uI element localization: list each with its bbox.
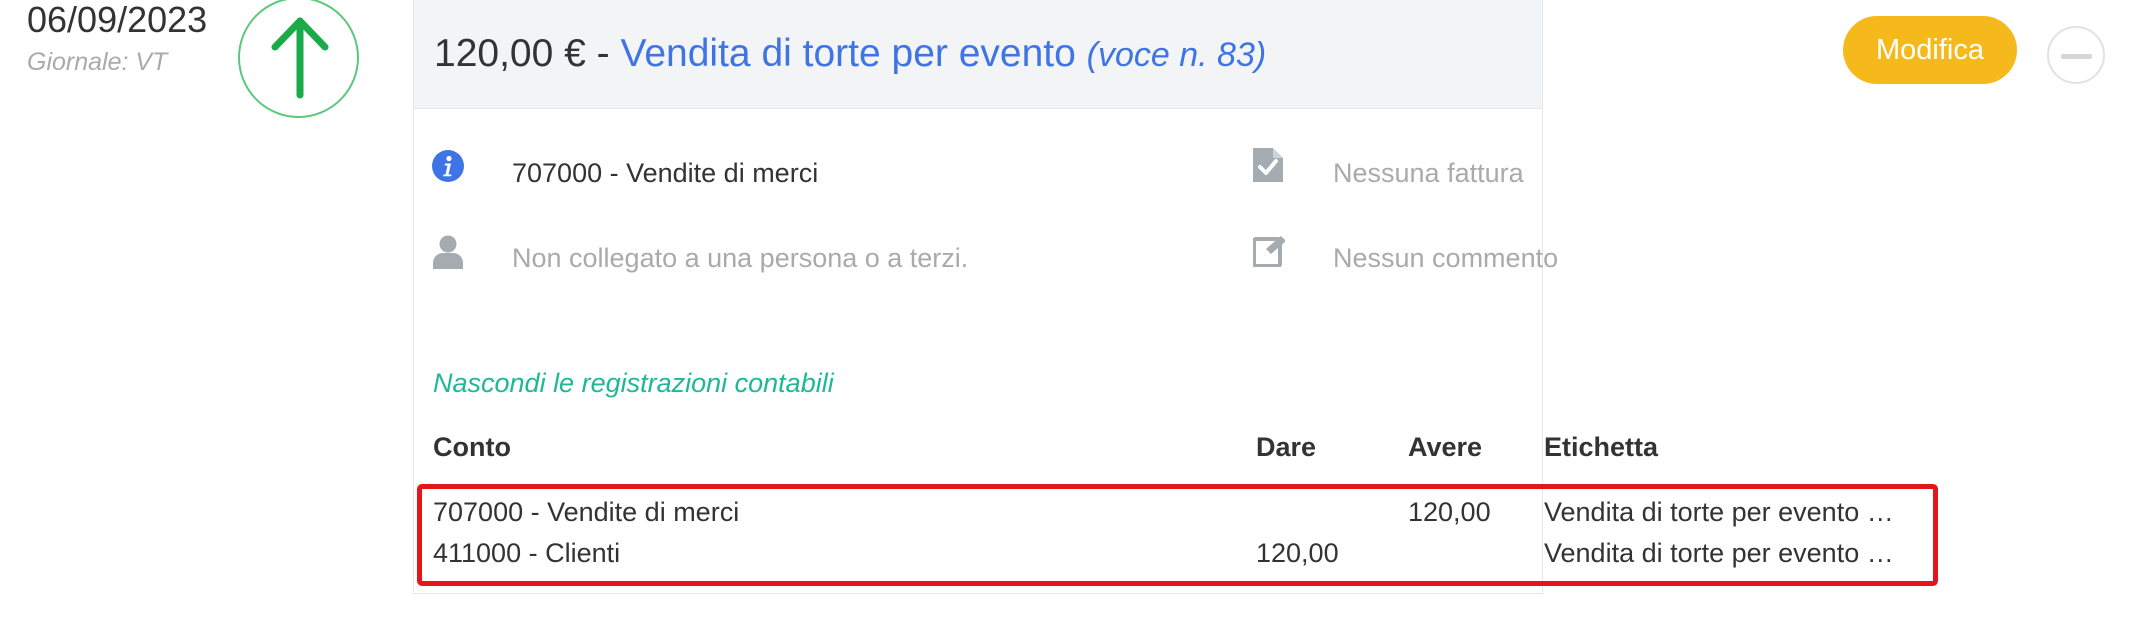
transaction-page: 06/09/2023 Giornale: VT 120,00 € - Vendi… [0,0,2129,643]
entries-highlight-box [417,484,1938,586]
transaction-amount: 120,00 € [434,32,586,75]
column-header-etichetta: Etichetta [1544,432,1659,462]
document-check-icon[interactable] [1253,148,1283,187]
header-title-line: 120,00 € - Vendita di torte per evento (… [434,31,1266,78]
person-text: Non collegato a una persona o a terzi. [512,243,969,273]
column-header-dare: Dare [1256,432,1317,462]
toggle-entries-link[interactable]: Nascondi le registrazioni contabili [433,368,834,399]
edit-button[interactable]: Modifica [1843,16,2017,84]
account-text: 707000 - Vendite di merci [512,158,819,188]
column-header-conto: Conto [433,432,511,462]
transaction-date: 06/09/2023 [27,0,208,40]
invoice-text: Nessuna fattura [1333,158,1524,188]
edit-note-icon[interactable] [1252,235,1286,272]
transaction-title: Vendita di torte per evento [620,32,1076,75]
journal-label: Giornale: VT [27,48,168,76]
arrow-up-icon [238,0,359,118]
minus-icon[interactable] [2047,26,2105,84]
comment-text: Nessun commento [1333,243,1559,273]
entry-number: (voce n. 83) [1086,36,1267,74]
column-header-avere: Avere [1408,432,1483,462]
transaction-header[interactable]: 120,00 € - Vendita di torte per evento (… [414,0,1542,109]
title-separator: - [596,32,610,75]
user-icon[interactable] [433,235,463,274]
info-icon [432,150,464,187]
